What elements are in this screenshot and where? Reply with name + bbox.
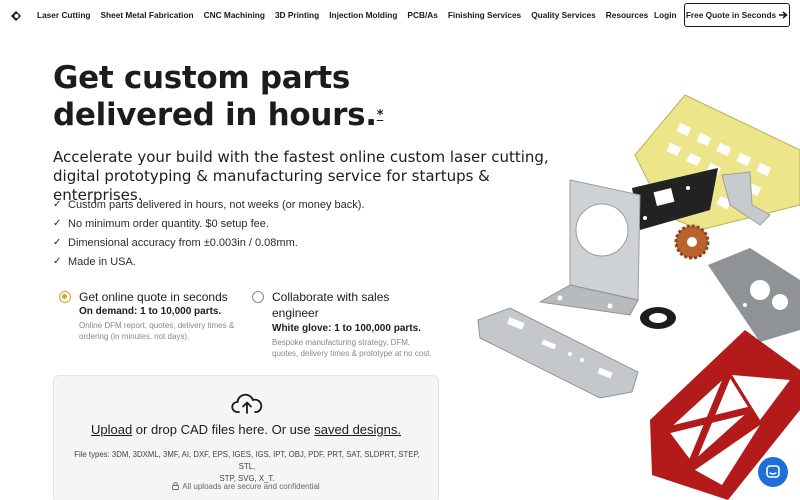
steel-bracket	[538, 179, 641, 316]
login-link[interactable]: Login	[654, 10, 677, 20]
copper-gear	[674, 224, 710, 260]
check-icon: ✓	[53, 218, 62, 229]
sales-engineer-desc-line1: Bespoke manufacturing strategy, DFM,	[272, 338, 411, 347]
benefit-item: ✓ Dimensional accuracy from ±0.003in / 0…	[53, 233, 365, 252]
nav-link-pcbas[interactable]: PCB/As	[407, 10, 437, 20]
upload-instructions: Upload or drop CAD files here. Or use sa…	[54, 422, 438, 437]
hero-title: Get custom parts delivered in hours.*	[53, 60, 384, 134]
nav-link-quality-services[interactable]: Quality Services	[531, 10, 596, 20]
online-quote-desc-line1: Online DFM report, quotes, delivery time…	[79, 321, 235, 330]
check-icon: ✓	[53, 237, 62, 248]
grey-perforated-plate	[708, 248, 800, 342]
online-quote-title: Get online quote in seconds	[79, 290, 228, 304]
arrow-right-icon	[779, 11, 788, 19]
benefit-text: No minimum order quantity. $0 setup fee.	[68, 217, 269, 230]
free-quote-button[interactable]: Free Quote in Seconds	[684, 3, 790, 27]
footnote-asterisk[interactable]: *	[377, 108, 384, 123]
nav-link-resources[interactable]: Resources	[606, 10, 648, 20]
laser-cut-parts-illustration	[477, 94, 800, 500]
secure-upload-note: All uploads are secure and confidential	[54, 482, 438, 491]
nav-link-sheet-metal[interactable]: Sheet Metal Fabrication	[100, 10, 193, 20]
benefit-item: ✓ Made in USA.	[53, 252, 365, 271]
check-icon: ✓	[53, 199, 62, 210]
nav-link-cnc-machining[interactable]: CNC Machining	[204, 10, 265, 20]
benefits-list: ✓ Custom parts delivered in hours, not w…	[53, 195, 365, 271]
saved-designs-link[interactable]: saved designs.	[314, 422, 401, 437]
free-quote-label: Free Quote in Seconds	[685, 10, 777, 20]
cad-upload-dropzone[interactable]: Upload or drop CAD files here. Or use sa…	[53, 375, 439, 500]
nav-link-3d-printing[interactable]: 3D Printing	[275, 10, 319, 20]
sales-engineer-desc-line2: quotes, delivery times & prototype at no…	[272, 349, 432, 358]
benefit-text: Dimensional accuracy from ±0.003in / 0.0…	[68, 236, 298, 249]
upload-link[interactable]: Upload	[91, 422, 132, 437]
long-steel-plate	[477, 307, 639, 399]
benefit-item: ✓ No minimum order quantity. $0 setup fe…	[53, 214, 365, 233]
online-quote-radio[interactable]	[59, 291, 71, 303]
file-types-line1: File types: 3DM, 3DXML, 3MF, AI, DXF, EP…	[74, 450, 420, 471]
top-navigation: Laser Cutting Sheet Metal Fabrication CN…	[0, 0, 800, 31]
benefit-text: Custom parts delivered in hours, not wee…	[68, 198, 365, 211]
secure-upload-text: All uploads are secure and confidential	[182, 482, 320, 491]
upload-middle-text: or drop CAD files here. Or use	[132, 422, 315, 437]
chat-icon	[766, 465, 780, 478]
nav-link-finishing-services[interactable]: Finishing Services	[448, 10, 521, 20]
nav-link-injection-molding[interactable]: Injection Molding	[329, 10, 397, 20]
sales-engineer-subtitle: White glove: 1 to 100,000 parts.	[272, 323, 421, 334]
supported-file-types: File types: 3DM, 3DXML, 3MF, AI, DXF, EP…	[68, 449, 426, 485]
benefit-item: ✓ Custom parts delivered in hours, not w…	[53, 195, 365, 214]
chat-launcher-button[interactable]	[758, 457, 788, 487]
hero-title-line2-text: delivered in hours.	[53, 97, 377, 133]
hero-title-line1: Get custom parts	[53, 60, 351, 96]
option-online-quote[interactable]: Get online quote in seconds On demand: 1…	[53, 287, 243, 347]
option-sales-engineer[interactable]: Collaborate with sales engineer White gl…	[252, 287, 452, 361]
sales-engineer-radio[interactable]	[252, 291, 264, 303]
benefit-text: Made in USA.	[68, 255, 136, 268]
lock-icon	[172, 482, 180, 490]
cloud-upload-icon	[231, 393, 263, 414]
online-quote-desc-line2: ordering (in minutes, not days).	[79, 332, 190, 341]
nav-links: Laser Cutting Sheet Metal Fabrication CN…	[37, 10, 658, 20]
sales-engineer-title-line1: Collaborate with sales	[272, 290, 390, 304]
hero-title-line2: delivered in hours.*	[53, 97, 384, 134]
online-quote-subtitle: On demand: 1 to 10,000 parts.	[79, 306, 222, 317]
brand-logo-icon[interactable]	[9, 9, 23, 23]
black-gasket	[640, 307, 676, 329]
check-icon: ✓	[53, 256, 62, 267]
sales-engineer-title-line2: engineer	[272, 306, 319, 320]
nav-link-laser-cutting[interactable]: Laser Cutting	[37, 10, 90, 20]
